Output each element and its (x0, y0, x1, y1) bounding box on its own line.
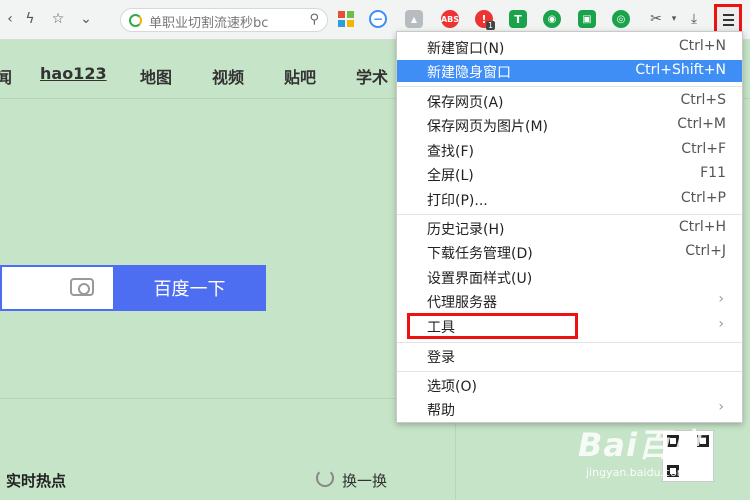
menu-item-print[interactable]: 打印(P)... Ctrl+P (397, 188, 742, 210)
nav-map[interactable]: 地图 (140, 64, 172, 88)
menu-item-save-as-image[interactable]: 保存网页为图片(M) Ctrl+M (397, 114, 742, 136)
caret-down-icon[interactable]: ▾ (664, 9, 684, 29)
chevron-left-icon[interactable]: ‹ (0, 9, 20, 29)
menu-item-save-page[interactable]: 保存网页(A) Ctrl+S (397, 90, 742, 112)
chevron-right-icon: › (718, 316, 724, 332)
menu-item-shortcut: Ctrl+F (681, 141, 726, 157)
menu-item-new-window[interactable]: 新建窗口(N) Ctrl+N (397, 36, 742, 58)
address-bar[interactable]: 单职业切割流速秒bc ⚲ (120, 8, 328, 32)
nav-tieba[interactable]: 贴吧 (284, 64, 316, 88)
menu-item-incognito-window[interactable]: 新建隐身窗口 Ctrl+Shift+N (397, 60, 742, 82)
star-icon[interactable]: ☆ (48, 9, 68, 29)
abs-icon[interactable]: ABS (441, 10, 459, 28)
rss-icon[interactable]: ◎ (612, 10, 630, 28)
nav-academic[interactable]: 学术 (356, 64, 388, 88)
refresh-button[interactable]: 换一换 (342, 470, 387, 491)
alert-badge: 1 (486, 21, 496, 30)
browser-logo-icon (129, 14, 142, 27)
chevron-right-icon: › (718, 291, 724, 307)
search-input[interactable] (0, 265, 113, 311)
menu-button[interactable] (714, 4, 742, 34)
content-divider (0, 398, 455, 399)
menu-item-find[interactable]: 查找(F) Ctrl+F (397, 139, 742, 161)
lightning-icon[interactable]: ϟ (20, 9, 40, 29)
search-button[interactable]: 百度一下 (113, 265, 266, 311)
puzzle-icon[interactable]: ▲ (405, 10, 423, 28)
menu-item-shortcut: Ctrl+H (678, 219, 726, 235)
t-shield-icon[interactable]: T (509, 10, 527, 28)
menu-item-downloads[interactable]: 下载任务管理(D) Ctrl+J (397, 241, 742, 263)
hamburger-icon (723, 14, 734, 16)
menu-item-label: 新建窗口(N) (427, 41, 505, 57)
hamburger-bar (723, 19, 734, 21)
menu-item-label: 选项(O) (427, 379, 477, 395)
scissors-icon[interactable]: ✂ (646, 9, 666, 29)
hamburger-bar (723, 24, 734, 26)
menu-item-label: 代理服务器 (427, 295, 497, 311)
menu-item-label: 登录 (427, 350, 455, 366)
menu-item-shortcut: F11 (700, 165, 726, 181)
menu-item-login[interactable]: 登录 (397, 345, 742, 367)
tile-grid-icon[interactable] (337, 10, 355, 28)
menu-item-label: 历史记录(H) (427, 222, 505, 238)
eye-icon[interactable]: ◉ (543, 10, 561, 28)
menu-item-label: 保存网页(A) (427, 95, 504, 111)
chevron-down-icon[interactable]: ⌄ (76, 9, 96, 29)
menu-item-label: 下载任务管理(D) (427, 246, 533, 262)
menu-item-label: 保存网页为图片(M) (427, 119, 549, 135)
nav-hao123[interactable]: hao123 (40, 64, 107, 83)
menu-item-label: 设置界面样式(U) (427, 271, 533, 287)
browser-menu: 新建窗口(N) Ctrl+N 新建隐身窗口 Ctrl+Shift+N 保存网页(… (396, 31, 743, 423)
menu-item-shortcut: Ctrl+J (685, 243, 726, 259)
menu-item-label: 查找(F) (427, 144, 474, 160)
menu-item-shortcut: Ctrl+P (680, 190, 726, 206)
minus-circle-icon[interactable]: − (369, 10, 387, 28)
menu-item-label: 帮助 (427, 403, 455, 419)
menu-separator (397, 214, 742, 215)
menu-item-label: 全屏(L) (427, 168, 474, 184)
hot-news-title: 实时热点 (6, 472, 67, 490)
menu-item-options[interactable]: 选项(O) (397, 374, 742, 396)
menu-item-proxy[interactable]: 代理服务器 › (397, 290, 742, 312)
nav-video[interactable]: 视频 (212, 64, 244, 88)
address-text[interactable]: 单职业切割流速秒bc (149, 12, 299, 31)
tools-highlight-box (407, 313, 578, 339)
menu-item-shortcut: Ctrl+S (680, 92, 726, 108)
menu-item-shortcut: Ctrl+Shift+N (635, 62, 726, 78)
menu-item-history[interactable]: 历史记录(H) Ctrl+H (397, 217, 742, 239)
menu-separator (397, 86, 742, 87)
menu-item-shortcut: Ctrl+N (678, 38, 726, 54)
menu-item-help[interactable]: 帮助 › (397, 398, 742, 420)
camera-icon[interactable] (70, 278, 94, 296)
search-icon[interactable]: ⚲ (309, 12, 319, 27)
menu-item-shortcut: Ctrl+M (677, 116, 726, 132)
watermark-url: jingyan.baidu.com (586, 466, 688, 479)
menu-item-label: 打印(P)... (427, 193, 488, 209)
nav-news[interactable]: 闻 (0, 64, 12, 88)
download-icon[interactable]: ⤓ (684, 9, 704, 29)
menu-item-fullscreen[interactable]: 全屏(L) F11 (397, 163, 742, 185)
menu-item-label: 新建隐身窗口 (427, 65, 511, 81)
refresh-icon[interactable] (316, 469, 334, 487)
image-icon[interactable]: ▣ (578, 10, 596, 28)
menu-separator (397, 371, 742, 372)
menu-item-ui-style[interactable]: 设置界面样式(U) (397, 266, 742, 288)
menu-separator (397, 342, 742, 343)
chevron-right-icon: › (718, 399, 724, 415)
baidu-watermark: Bai百度 (578, 426, 704, 464)
